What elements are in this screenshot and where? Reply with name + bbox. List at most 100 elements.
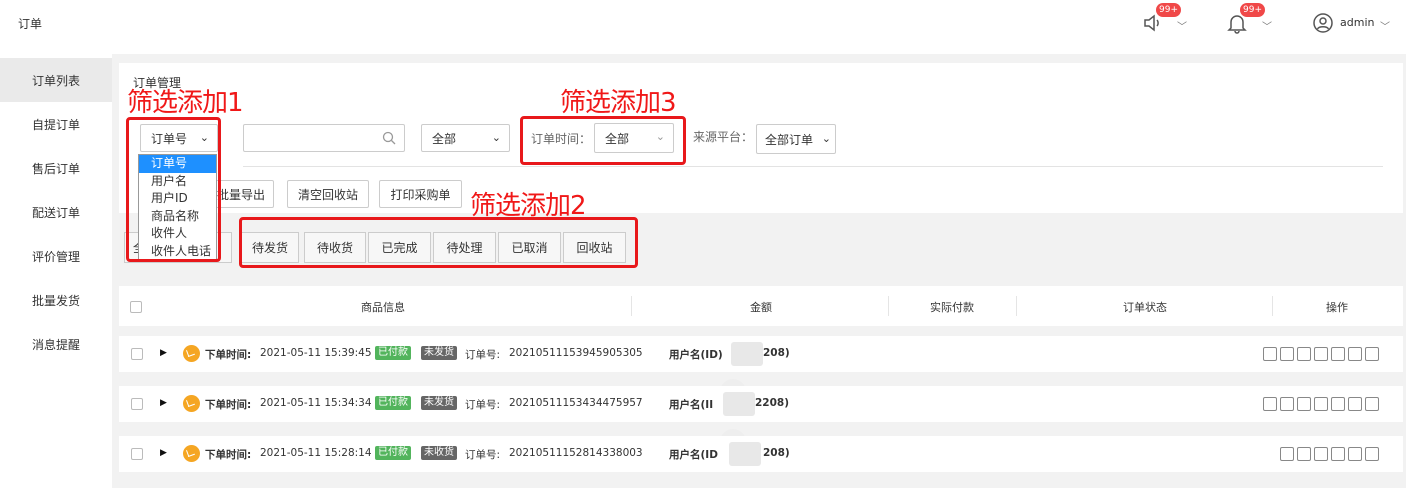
- edit-note-icon[interactable]: [1280, 347, 1294, 361]
- document-icon[interactable]: [1331, 447, 1345, 461]
- header-actual-paid: 实际付款: [930, 301, 974, 314]
- header-product-info: 商品信息: [361, 301, 405, 314]
- order-time: 2021-05-11 15:34:34: [260, 397, 372, 409]
- order-time-label: 下单时间:: [205, 399, 252, 411]
- ship-badge: 未发货: [421, 396, 457, 410]
- annotation-box-2: [239, 217, 638, 268]
- chevron-down-icon[interactable]: ﹀: [1177, 18, 1187, 33]
- paid-badge: 已付款: [375, 346, 411, 360]
- row-checkbox[interactable]: [131, 348, 143, 360]
- page-title: 订单: [18, 17, 43, 31]
- annotation-filter-3: 筛选添加3: [560, 88, 677, 118]
- chevron-down-icon: ⌄: [821, 132, 831, 145]
- divider: [1272, 296, 1273, 316]
- order-no: 20210511152814338003: [509, 447, 643, 459]
- annotation-box-1: [126, 117, 221, 262]
- table-row[interactable]: ▶ 下单时间: 2021-05-11 15:28:14 已付款 未收货 订单号:…: [119, 436, 1403, 472]
- paid-badge: 已付款: [375, 396, 411, 410]
- edit-icon[interactable]: [1348, 397, 1362, 411]
- chevron-down-icon: ⌄: [491, 131, 501, 144]
- sidebar-item-batch-ship[interactable]: 批量发货: [0, 278, 112, 322]
- status-select[interactable]: 全部 ⌄: [421, 124, 510, 152]
- edit-icon[interactable]: [1348, 447, 1362, 461]
- user-suffix: 208): [763, 447, 790, 459]
- sidebar-item-pickup-orders[interactable]: 自提订单: [0, 102, 112, 146]
- header-actions: 操作: [1326, 301, 1348, 314]
- header-amount: 金额: [750, 301, 772, 314]
- top-bar: 订单 99+ ﹀ 99+ ﹀ admin ﹀: [0, 0, 1406, 54]
- order-no-label: 订单号:: [465, 449, 501, 461]
- speaker-icon[interactable]: 99+: [1142, 3, 1181, 36]
- search-icon[interactable]: [382, 130, 396, 149]
- ship-action-icon[interactable]: [1263, 397, 1277, 411]
- divider: [888, 296, 889, 316]
- sidebar-item-order-list[interactable]: 订单列表: [0, 58, 112, 102]
- sidebar-item-delivery-orders[interactable]: 配送订单: [0, 190, 112, 234]
- order-time: 2021-05-11 15:39:45: [260, 347, 372, 359]
- document-icon[interactable]: [1297, 397, 1311, 411]
- clock-icon: [183, 445, 200, 462]
- batch-export-button[interactable]: 批量导出: [212, 180, 274, 208]
- table-row[interactable]: ▶ 下单时间: 2021-05-11 15:34:34 已付款 未发货 订单号:…: [119, 386, 1403, 422]
- print-icon[interactable]: [1314, 447, 1328, 461]
- ship-action-icon[interactable]: [1263, 347, 1277, 361]
- document-icon[interactable]: [1331, 347, 1345, 361]
- platform-select[interactable]: 全部订单 ⌄: [756, 124, 836, 154]
- redacted-area: [723, 392, 755, 416]
- select-all-checkbox[interactable]: [130, 301, 142, 313]
- ship-badge: 未收货: [421, 446, 457, 460]
- order-no-label: 订单号:: [465, 399, 501, 411]
- bell-icon[interactable]: 99+: [1226, 3, 1265, 36]
- row-checkbox[interactable]: [131, 448, 143, 460]
- row-actions: [1280, 447, 1379, 461]
- sidebar-item-messages[interactable]: 消息提醒: [0, 322, 112, 366]
- expand-triangle-icon[interactable]: ▶: [160, 448, 167, 458]
- expand-triangle-icon[interactable]: ▶: [160, 348, 167, 358]
- document-icon[interactable]: [1297, 347, 1311, 361]
- row-actions: [1263, 347, 1379, 361]
- user-prefix: 用户名(ID: [669, 449, 718, 461]
- document-icon[interactable]: [1297, 447, 1311, 461]
- chevron-down-icon[interactable]: ﹀: [1262, 18, 1272, 33]
- platform-value: 全部订单: [765, 132, 814, 147]
- redacted-area: [729, 442, 761, 466]
- user-name[interactable]: admin: [1340, 16, 1374, 29]
- order-no: 20210511153434475957: [509, 397, 643, 409]
- header-order-status: 订单状态: [1123, 301, 1167, 314]
- sidebar-item-after-sales[interactable]: 售后订单: [0, 146, 112, 190]
- trash-icon[interactable]: [1365, 347, 1379, 361]
- clear-recycle-button[interactable]: 清空回收站: [287, 180, 369, 208]
- row-checkbox[interactable]: [131, 398, 143, 410]
- search-input[interactable]: [243, 124, 405, 152]
- clock-icon: [183, 345, 200, 362]
- print-purchase-button[interactable]: 打印采购单: [379, 180, 462, 208]
- expand-triangle-icon[interactable]: ▶: [160, 398, 167, 408]
- redacted-area: [731, 342, 763, 366]
- annotation-filter-1: 筛选添加1: [127, 88, 244, 118]
- divider: [1016, 296, 1017, 316]
- print-icon[interactable]: [1314, 347, 1328, 361]
- edit-note-icon[interactable]: [1280, 397, 1294, 411]
- chevron-down-icon[interactable]: ﹀: [1380, 18, 1390, 33]
- order-time: 2021-05-11 15:28:14: [260, 447, 372, 459]
- edit-icon[interactable]: [1348, 347, 1362, 361]
- status-select-value: 全部: [432, 131, 457, 146]
- sidebar: 订单列表 自提订单 售后订单 配送订单 评价管理 批量发货 消息提醒: [0, 54, 112, 488]
- user-suffix: 2208): [755, 397, 790, 409]
- edit-note-icon[interactable]: [1280, 447, 1294, 461]
- divider: [631, 296, 632, 316]
- order-time-label: 下单时间:: [205, 449, 252, 461]
- order-no: 20210511153945905305: [509, 347, 643, 359]
- print-icon[interactable]: [1314, 397, 1328, 411]
- trash-icon[interactable]: [1365, 447, 1379, 461]
- table-row[interactable]: ▶ 下单时间: 2021-05-11 15:39:45 已付款 未发货 订单号:…: [119, 336, 1403, 372]
- trash-icon[interactable]: [1365, 397, 1379, 411]
- row-actions: [1263, 397, 1379, 411]
- sidebar-item-reviews[interactable]: 评价管理: [0, 234, 112, 278]
- annotation-box-3: [520, 116, 686, 165]
- clock-icon: [183, 395, 200, 412]
- notice-badge: 99+: [1156, 3, 1181, 17]
- document-icon[interactable]: [1331, 397, 1345, 411]
- user-avatar-icon[interactable]: [1312, 12, 1336, 36]
- user-suffix: 208): [763, 347, 790, 359]
